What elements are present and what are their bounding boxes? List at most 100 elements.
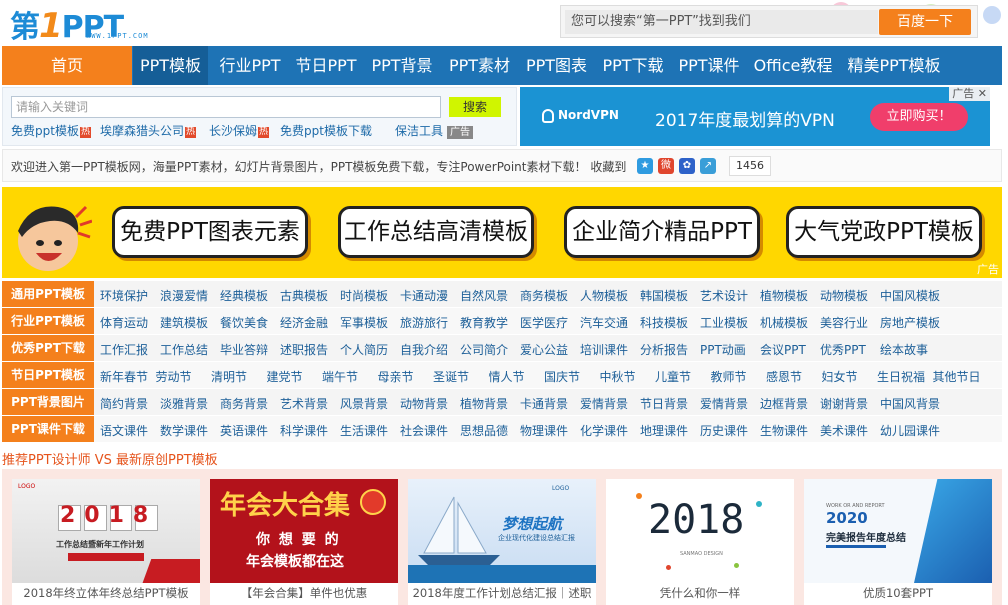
template-card[interactable]: WORK OR AND REPORT 2020 完美报告年度总结 优质10套PP…	[804, 479, 992, 605]
keyword-input[interactable]: 请输入关键词	[11, 96, 441, 118]
category-link[interactable]: 淡雅背景	[160, 395, 208, 412]
category-label[interactable]: 通用PPT模板	[2, 281, 94, 307]
category-link[interactable]: 教师节	[711, 368, 747, 385]
category-link[interactable]: 新年春节	[100, 368, 148, 385]
category-link[interactable]: 中国风模板	[880, 287, 940, 304]
nav-item-office-tutorial[interactable]: Office教程	[748, 46, 838, 85]
nav-item-premium-ppt[interactable]: 精美PPT模板	[840, 46, 948, 85]
nav-item-home[interactable]: 首页	[2, 46, 132, 85]
category-link[interactable]: 语文课件	[100, 422, 148, 439]
category-link[interactable]: 美术课件	[820, 422, 868, 439]
category-link[interactable]: 公司简介	[460, 341, 508, 358]
category-link[interactable]: 化学课件	[580, 422, 628, 439]
category-link[interactable]: 工作汇报	[100, 341, 148, 358]
category-link[interactable]: 儿童节	[655, 368, 691, 385]
category-label[interactable]: PPT背景图片	[2, 389, 94, 415]
category-link[interactable]: 地理课件	[640, 422, 688, 439]
category-link[interactable]: 物理课件	[520, 422, 568, 439]
category-link[interactable]: 优秀PPT	[820, 341, 866, 358]
nav-item-ppt-courseware[interactable]: PPT课件	[672, 46, 746, 85]
category-link[interactable]: 工业模板	[700, 314, 748, 331]
category-link[interactable]: 历史课件	[700, 422, 748, 439]
category-link[interactable]: 教育教学	[460, 314, 508, 331]
category-link[interactable]: 植物模板	[760, 287, 808, 304]
category-link[interactable]: 体育运动	[100, 314, 148, 331]
nav-item-ppt-chart[interactable]: PPT图表	[519, 46, 594, 85]
category-link[interactable]: 绘本故事	[880, 341, 928, 358]
category-link[interactable]: 商务背景	[220, 395, 268, 412]
category-label[interactable]: 优秀PPT下载	[2, 335, 94, 361]
category-link[interactable]: 数学课件	[160, 422, 208, 439]
baidu-search-input[interactable]: 您可以搜索“第一PPT”找到我们	[565, 10, 878, 34]
template-caption[interactable]: 【年会合集】单件也优惠	[210, 585, 398, 601]
category-link[interactable]: 旅游旅行	[400, 314, 448, 331]
category-link[interactable]: 幼儿园课件	[880, 422, 940, 439]
ad-buy-button[interactable]: 立即购买！	[870, 103, 968, 131]
category-link[interactable]: 经典模板	[220, 287, 268, 304]
category-label[interactable]: 节日PPT模板	[2, 362, 94, 388]
category-link[interactable]: 自然风景	[460, 287, 508, 304]
hot-link[interactable]: 免费ppt模板下载	[280, 123, 372, 139]
template-card[interactable]: LOGO 2018 工作总结暨新年工作计划 2018年终立体年终总结PPT模板	[12, 479, 200, 605]
close-icon[interactable]: ✕	[978, 87, 987, 100]
category-link[interactable]: 其他节日	[933, 368, 981, 385]
category-link[interactable]: 风景背景	[340, 395, 388, 412]
category-link[interactable]: 卡通背景	[520, 395, 568, 412]
template-card[interactable]: 2018 SANMAO DESIGN 凭什么和你一样	[606, 479, 794, 605]
category-link[interactable]: 分析报告	[640, 341, 688, 358]
hot-link[interactable]: 免费ppt模板热	[11, 123, 91, 139]
recommend-title[interactable]: 推荐PPT设计师 VS 最新原创PPT模板	[2, 449, 218, 468]
category-link[interactable]: 端午节	[322, 368, 358, 385]
site-logo[interactable]: 第1PPT WWW.1PPT.COM	[10, 2, 180, 46]
category-link[interactable]: 建筑模板	[160, 314, 208, 331]
category-link[interactable]: 生物课件	[760, 422, 808, 439]
category-link[interactable]: 艺术背景	[280, 395, 328, 412]
category-link[interactable]: 生活课件	[340, 422, 388, 439]
template-card[interactable]: 年会大合集 你 想 要 的 年会模板都在这 【年会合集】单件也优惠	[210, 479, 398, 605]
category-link[interactable]: PPT动画	[700, 341, 746, 358]
category-link[interactable]: 感恩节	[766, 368, 802, 385]
nav-item-ppt-material[interactable]: PPT素材	[442, 46, 517, 85]
category-link[interactable]: 科学课件	[280, 422, 328, 439]
category-link[interactable]: 餐饮美食	[220, 314, 268, 331]
nav-item-ppt-background[interactable]: PPT背景	[364, 46, 440, 85]
hot-link-ad[interactable]: 保洁工具 广告	[395, 123, 474, 139]
category-link[interactable]: 爱情背景	[580, 395, 628, 412]
category-link[interactable]: 毕业答辩	[220, 341, 268, 358]
category-link[interactable]: 思想品德	[460, 422, 508, 439]
category-link[interactable]: 中秋节	[600, 368, 636, 385]
category-link[interactable]: 艺术设计	[700, 287, 748, 304]
category-link[interactable]: 会议PPT	[760, 341, 806, 358]
category-label[interactable]: PPT课件下载	[2, 416, 94, 442]
weibo-icon[interactable]: 微	[658, 158, 674, 174]
nav-item-ppt-template[interactable]: PPT模板	[133, 46, 208, 85]
nav-item-industry-ppt[interactable]: 行业PPT	[210, 46, 290, 85]
category-link[interactable]: 述职报告	[280, 341, 328, 358]
promo-pill-company-profile[interactable]: 企业简介精品PPT	[564, 206, 760, 258]
category-link[interactable]: 浪漫爱情	[160, 287, 208, 304]
category-link[interactable]: 时尚模板	[340, 287, 388, 304]
category-link[interactable]: 动物背景	[400, 395, 448, 412]
category-link[interactable]: 中国风背景	[880, 395, 940, 412]
category-label[interactable]: 行业PPT模板	[2, 308, 94, 334]
category-link[interactable]: 生日祝福	[877, 368, 925, 385]
category-link[interactable]: 卡通动漫	[400, 287, 448, 304]
template-caption[interactable]: 2018年度工作计划总结汇报｜述职	[408, 585, 596, 601]
keyword-search-button[interactable]: 搜索	[449, 97, 501, 117]
category-link[interactable]: 谢谢背景	[820, 395, 868, 412]
nav-item-ppt-download[interactable]: PPT下载	[596, 46, 670, 85]
category-link[interactable]: 机械模板	[760, 314, 808, 331]
qzone-icon[interactable]: ★	[637, 158, 653, 174]
baidu-search-button[interactable]: 百度一下	[879, 9, 971, 35]
category-link[interactable]: 汽车交通	[580, 314, 628, 331]
category-link[interactable]: 医学医疗	[520, 314, 568, 331]
promo-banner[interactable]: 免费PPT图表元素 工作总结高清模板 企业简介精品PPT 大气党政PPT模板 广…	[2, 187, 1002, 278]
category-link[interactable]: 动物模板	[820, 287, 868, 304]
ad-mark[interactable]: 广告 ✕	[949, 87, 990, 101]
category-link[interactable]: 妇女节	[822, 368, 858, 385]
category-link[interactable]: 英语课件	[220, 422, 268, 439]
category-link[interactable]: 边框背景	[760, 395, 808, 412]
promo-pill-party-government[interactable]: 大气党政PPT模板	[786, 206, 982, 258]
category-link[interactable]: 人物模板	[580, 287, 628, 304]
category-link[interactable]: 母亲节	[378, 368, 414, 385]
